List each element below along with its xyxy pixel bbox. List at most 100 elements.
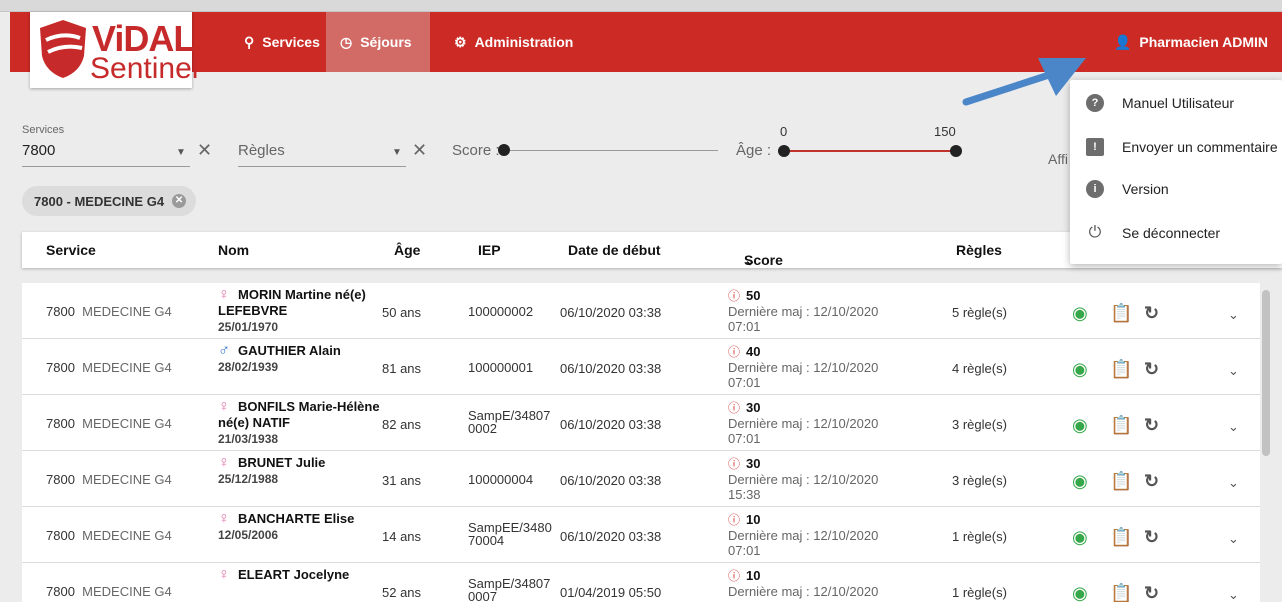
logo-text-sentinel: Sentinel (90, 52, 199, 85)
col-age[interactable]: Âge (394, 242, 420, 258)
age-slider-label: Âge : (736, 142, 772, 159)
female-icon: ♀ (218, 566, 230, 583)
services-filter-value[interactable]: 7800 (22, 142, 55, 159)
vertical-scrollbar[interactable] (1262, 290, 1270, 456)
male-icon: ♂ (218, 342, 230, 359)
user-menu-button[interactable]: 👤 Pharmacien ADMIN (1114, 12, 1268, 72)
nav-administration[interactable]: ⚙ Administration (442, 12, 585, 72)
patient-iep: 100000001 (468, 360, 534, 375)
start-date: 06/10/2020 03:38 (560, 473, 662, 488)
expand-chevron-icon[interactable]: ⌄ (1228, 419, 1239, 435)
service-name: MEDECINE G4 (82, 584, 172, 599)
alert-icon: ⓘ (728, 401, 741, 415)
expand-chevron-icon[interactable]: ⌄ (1228, 307, 1239, 323)
nav-services[interactable]: ⚲ Services (232, 12, 332, 72)
expand-chevron-icon[interactable]: ⌄ (1228, 587, 1239, 602)
female-icon: ♀ (218, 510, 230, 527)
table-row[interactable]: 7800 MEDECINE G4 ♀ MORIN Martine né(e) LE… (22, 283, 1260, 339)
clipboard-icon[interactable]: 📋 (1110, 527, 1132, 548)
age-min-value: 0 (780, 124, 788, 139)
rules-count: 5 règle(s) (952, 305, 1007, 320)
patient-dob: 12/05/2006 (218, 528, 279, 542)
regles-clear-icon[interactable]: ✕ (412, 140, 427, 161)
services-underline (22, 166, 190, 167)
table-row[interactable]: 7800 MEDECINE G4 ♂ GAUTHIER Alain 28/02/1… (22, 339, 1260, 395)
view-eye-icon[interactable]: ◉ (1072, 471, 1088, 492)
alert-icon: ⓘ (728, 569, 741, 583)
col-service[interactable]: Service (46, 242, 96, 258)
patient-dob: 25/01/1970 (218, 320, 279, 334)
score-cell: ⓘ 10 Dernière maj : 12/10/2020 07:01 (728, 512, 918, 558)
nav-sejours-label: Séjours (360, 34, 412, 50)
vidal-sentinel-logo[interactable]: ViDAL Sentinel (30, 12, 198, 88)
regles-dropdown-caret-icon[interactable]: ▼ (392, 147, 402, 158)
refresh-icon[interactable]: ↻ (1144, 527, 1159, 548)
start-date: 06/10/2020 03:38 (560, 305, 662, 320)
view-eye-icon[interactable]: ◉ (1072, 583, 1088, 602)
browser-top-strip (0, 0, 1282, 12)
service-code: 7800 (46, 304, 75, 319)
clipboard-icon[interactable]: 📋 (1110, 359, 1132, 380)
score-slider-track[interactable] (510, 150, 718, 151)
female-icon: ♀ (218, 398, 230, 415)
score-cell: ⓘ 30 Dernière maj : 12/10/2020 07:01 (728, 400, 918, 446)
chip-remove-icon[interactable]: ✕ (172, 194, 187, 208)
row-service: 7800 MEDECINE G4 (46, 416, 172, 431)
table-row[interactable]: 7800 MEDECINE G4 ♀ BONFILS Marie-Hélène n… (22, 395, 1260, 451)
refresh-icon[interactable]: ↻ (1144, 359, 1159, 380)
patient-name-cell: ♀ ELEART Jocelyne (218, 567, 382, 583)
clipboard-icon[interactable]: 📋 (1110, 471, 1132, 492)
menu-item-commentaire[interactable]: ! Envoyer un commentaire (1070, 126, 1282, 168)
expand-chevron-icon[interactable]: ⌄ (1228, 475, 1239, 491)
expand-chevron-icon[interactable]: ⌄ (1228, 363, 1239, 379)
patient-iep: SampEE/348070004 (468, 520, 552, 548)
patient-dob: 25/12/1988 (218, 472, 279, 486)
regles-filter-input[interactable]: Règles (238, 142, 285, 159)
nav-sejours[interactable]: ◷ Séjours (326, 12, 430, 72)
score-cell: ⓘ 30 Dernière maj : 12/10/2020 15:38 (728, 456, 918, 502)
clipboard-icon[interactable]: 📋 (1110, 583, 1132, 602)
patient-name-cell: ♀ BANCHARTE Elise 12/05/2006 (218, 511, 382, 543)
clipboard-icon[interactable]: 📋 (1110, 415, 1132, 436)
menu-item-label: Envoyer un commentaire (1122, 139, 1278, 155)
view-eye-icon[interactable]: ◉ (1072, 415, 1088, 436)
view-eye-icon[interactable]: ◉ (1072, 527, 1088, 548)
menu-item-version[interactable]: i Version (1070, 168, 1282, 210)
table-row[interactable]: 7800 MEDECINE G4 ♀ BRUNET Julie 25/12/198… (22, 451, 1260, 507)
female-icon: ♀ (218, 286, 230, 303)
menu-item-deconnecter[interactable]: ⏻ Se déconnecter (1070, 212, 1282, 254)
clipboard-icon[interactable]: 📋 (1110, 303, 1132, 324)
patient-age: 31 ans (382, 473, 422, 488)
col-date[interactable]: Date de début (568, 242, 661, 258)
expand-chevron-icon[interactable]: ⌄ (1228, 531, 1239, 547)
view-eye-icon[interactable]: ◉ (1072, 303, 1088, 324)
start-date: 06/10/2020 03:38 (560, 417, 662, 432)
patient-name: BONFILS Marie-Hélène né(e) NATIF (218, 399, 380, 430)
col-regles[interactable]: Règles (956, 242, 1002, 258)
service-code: 7800 (46, 472, 75, 487)
table-row[interactable]: 7800 MEDECINE G4 ♀ ELEART Jocelyne 52 ans… (22, 563, 1260, 602)
refresh-icon[interactable]: ↻ (1144, 303, 1159, 324)
location-pin-icon: ⚲ (244, 33, 255, 50)
age-slider-track[interactable] (784, 150, 956, 152)
services-clear-icon[interactable]: ✕ (197, 140, 212, 161)
age-slider-min-handle[interactable] (778, 145, 790, 157)
refresh-icon[interactable]: ↻ (1144, 583, 1159, 602)
refresh-icon[interactable]: ↻ (1144, 471, 1159, 492)
service-code: 7800 (46, 416, 75, 431)
refresh-icon[interactable]: ↻ (1144, 415, 1159, 436)
age-slider-max-handle[interactable] (950, 145, 962, 157)
col-iep[interactable]: IEP (478, 242, 501, 258)
patient-name: GAUTHIER Alain (238, 343, 341, 358)
col-nom[interactable]: Nom (218, 242, 249, 258)
last-update: Dernière maj : 12/10/2020 (728, 416, 879, 431)
view-eye-icon[interactable]: ◉ (1072, 359, 1088, 380)
score-slider-handle[interactable] (498, 144, 510, 156)
services-dropdown-caret-icon[interactable]: ▼ (176, 147, 186, 158)
service-filter-chip[interactable]: 7800 - MEDECINE G4 ✕ (22, 186, 197, 216)
menu-item-manuel[interactable]: ? Manuel Utilisateur (1070, 82, 1282, 124)
patient-name-cell: ♀ MORIN Martine né(e) LEFEBVRE 25/01/1970 (218, 287, 382, 335)
alert-icon: ⓘ (728, 345, 741, 359)
start-date: 06/10/2020 03:38 (560, 529, 662, 544)
table-row[interactable]: 7800 MEDECINE G4 ♀ BANCHARTE Elise 12/05/… (22, 507, 1260, 563)
